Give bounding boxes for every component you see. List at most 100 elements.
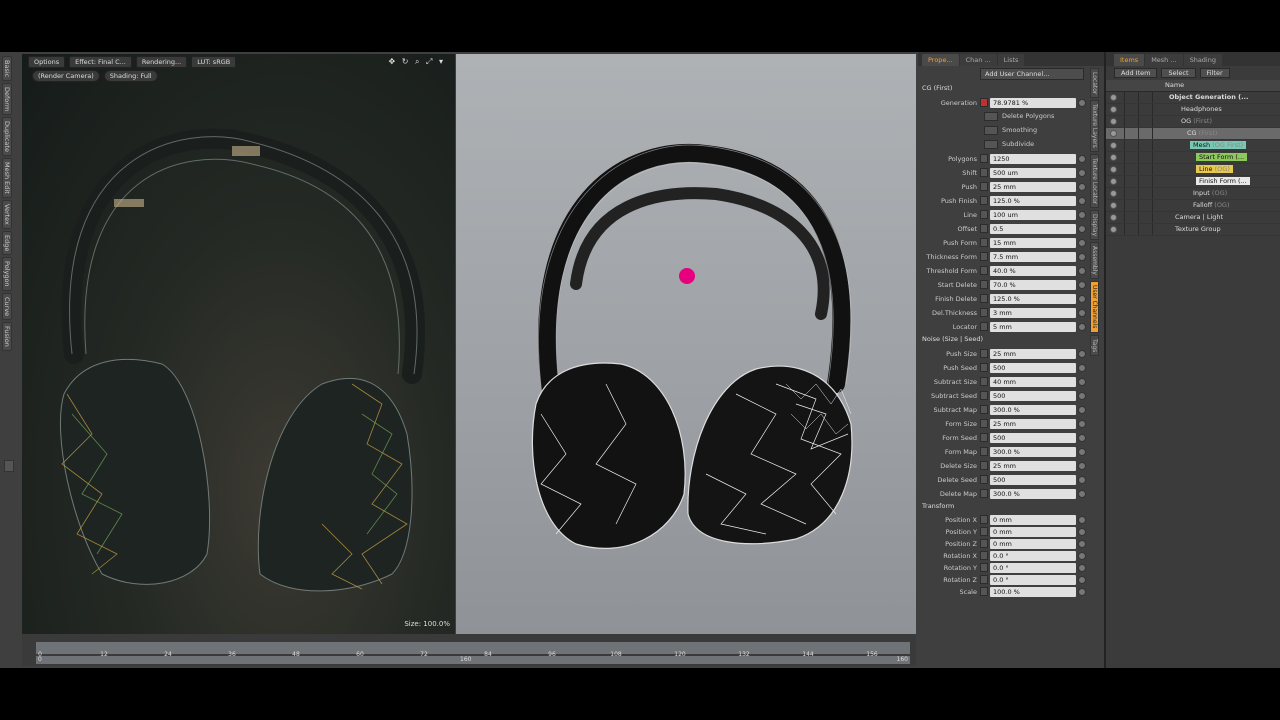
item-row[interactable]: Texture Group — [1106, 224, 1280, 236]
param-type-icon[interactable] — [980, 433, 988, 442]
param-field[interactable]: 500 — [990, 390, 1076, 401]
generation-keyed-icon[interactable] — [980, 98, 988, 107]
visibility-eye-icon[interactable] — [1110, 94, 1117, 101]
param-field[interactable]: 500 — [990, 362, 1076, 373]
toolbox-scroll-handle[interactable] — [4, 460, 14, 472]
param-type-icon[interactable] — [980, 322, 988, 331]
select-button[interactable]: Select — [1161, 68, 1196, 78]
add-item-button[interactable]: Add Item — [1114, 68, 1158, 78]
tab-items[interactable]: Items — [1114, 54, 1145, 66]
param-type-icon[interactable] — [980, 587, 988, 596]
section-noise[interactable]: Noise (Size | Seed) — [922, 335, 983, 343]
param-field[interactable]: 125.0 % — [990, 293, 1076, 304]
param-type-icon[interactable] — [980, 475, 988, 484]
param-field[interactable]: 0.0 ° — [990, 562, 1076, 573]
param-anim-dot[interactable] — [1078, 461, 1086, 470]
item-name[interactable]: Input (OG) — [1190, 189, 1230, 197]
item-row[interactable]: Falloff (OG) — [1106, 200, 1280, 212]
param-field[interactable]: 40.0 % — [990, 265, 1076, 276]
item-name[interactable]: Texture Group — [1172, 225, 1224, 233]
param-anim-dot[interactable] — [1078, 294, 1086, 303]
visibility-eye-icon[interactable] — [1110, 154, 1117, 161]
param-field[interactable]: 0 mm — [990, 538, 1076, 549]
param-anim-dot[interactable] — [1078, 515, 1086, 524]
param-field[interactable]: 5 mm — [990, 321, 1076, 332]
tab-shading[interactable]: Shading — [1183, 54, 1222, 66]
item-row[interactable]: Input (OG) — [1106, 188, 1280, 200]
param-field[interactable]: 500 um — [990, 167, 1076, 178]
item-row[interactable]: Headphones — [1106, 104, 1280, 116]
item-row[interactable]: Start Form (... — [1106, 152, 1280, 164]
param-anim-dot[interactable] — [1078, 377, 1086, 386]
name-column-header[interactable]: Name — [1162, 81, 1187, 89]
param-anim-dot[interactable] — [1078, 419, 1086, 428]
param-anim-dot[interactable] — [1078, 196, 1086, 205]
tab-polygon[interactable]: Polygon — [2, 257, 12, 291]
param-field[interactable]: 25 mm — [990, 460, 1076, 471]
param-type-icon[interactable] — [980, 294, 988, 303]
timeline-range[interactable]: 0 160 160 — [36, 656, 910, 664]
tab-deform[interactable]: Deform — [2, 83, 12, 116]
tab-mesh[interactable]: Mesh ... — [1145, 54, 1183, 66]
param-anim-dot[interactable] — [1078, 551, 1086, 560]
param-type-icon[interactable] — [980, 280, 988, 289]
param-anim-dot[interactable] — [1078, 154, 1086, 163]
param-anim-dot[interactable] — [1078, 168, 1086, 177]
param-type-icon[interactable] — [980, 238, 988, 247]
item-row[interactable]: Camera | Light — [1106, 212, 1280, 224]
tab-duplicate[interactable]: Duplicate — [2, 117, 12, 157]
param-type-icon[interactable] — [980, 266, 988, 275]
param-type-icon[interactable] — [980, 405, 988, 414]
side-tab-locator[interactable]: Locator — [1090, 68, 1099, 99]
smoothing-checkbox[interactable] — [984, 125, 998, 135]
item-name[interactable]: Headphones — [1178, 105, 1225, 113]
param-anim-dot[interactable] — [1078, 308, 1086, 317]
param-anim-dot[interactable] — [1078, 182, 1086, 191]
timeline-ruler[interactable]: 0 12 24 36 48 60 72 84 96 108 120 132 14… — [36, 642, 910, 658]
param-type-icon[interactable] — [980, 210, 988, 219]
item-row[interactable]: OG (First) — [1106, 116, 1280, 128]
param-anim-dot[interactable] — [1078, 224, 1086, 233]
param-anim-dot[interactable] — [1078, 322, 1086, 331]
item-name[interactable]: Line (OG) — [1196, 165, 1233, 173]
side-tab-user-channels[interactable]: User Channels — [1090, 281, 1099, 333]
param-type-icon[interactable] — [980, 377, 988, 386]
param-field[interactable]: 25 mm — [990, 418, 1076, 429]
delete-polygons-check[interactable]: Delete Polygons — [984, 111, 1054, 121]
param-anim-dot[interactable] — [1078, 391, 1086, 400]
param-field[interactable]: 500 — [990, 474, 1076, 485]
param-field[interactable]: 15 mm — [990, 237, 1076, 248]
tab-curve[interactable]: Curve — [2, 292, 12, 321]
param-anim-dot[interactable] — [1078, 252, 1086, 261]
visibility-eye-icon[interactable] — [1110, 142, 1117, 149]
visibility-eye-icon[interactable] — [1110, 166, 1117, 173]
timeline[interactable]: 0 12 24 36 48 60 72 84 96 108 120 132 14… — [22, 634, 916, 666]
param-anim-dot[interactable] — [1078, 447, 1086, 456]
tab-properties[interactable]: Prope... — [922, 54, 959, 66]
tab-lists[interactable]: Lists — [997, 54, 1025, 66]
param-field[interactable]: 300.0 % — [990, 404, 1076, 415]
subdivide-checkbox[interactable] — [984, 139, 998, 149]
param-field[interactable]: 3 mm — [990, 307, 1076, 318]
item-row[interactable]: Finish Form (... — [1106, 176, 1280, 188]
param-type-icon[interactable] — [980, 575, 988, 584]
delete-polygons-checkbox[interactable] — [984, 111, 998, 121]
param-type-icon[interactable] — [980, 224, 988, 233]
side-tab-display[interactable]: Display — [1090, 210, 1099, 241]
param-field[interactable]: 0.5 — [990, 223, 1076, 234]
param-anim-dot[interactable] — [1078, 349, 1086, 358]
param-type-icon[interactable] — [980, 539, 988, 548]
param-type-icon[interactable] — [980, 447, 988, 456]
item-name[interactable]: Finish Form (... — [1196, 177, 1250, 185]
visibility-eye-icon[interactable] — [1110, 226, 1117, 233]
locator-dot[interactable] — [677, 266, 697, 286]
param-field[interactable]: 7.5 mm — [990, 251, 1076, 262]
side-tab-texture-locator[interactable]: Texture Locator — [1090, 154, 1099, 209]
param-type-icon[interactable] — [980, 196, 988, 205]
item-row[interactable]: CG (First) — [1106, 128, 1280, 140]
param-anim-dot[interactable] — [1078, 363, 1086, 372]
item-name[interactable]: CG (First) — [1184, 129, 1220, 137]
param-field[interactable]: 0.0 ° — [990, 574, 1076, 585]
param-type-icon[interactable] — [980, 515, 988, 524]
item-row[interactable]: Object Generation (... — [1106, 92, 1280, 104]
